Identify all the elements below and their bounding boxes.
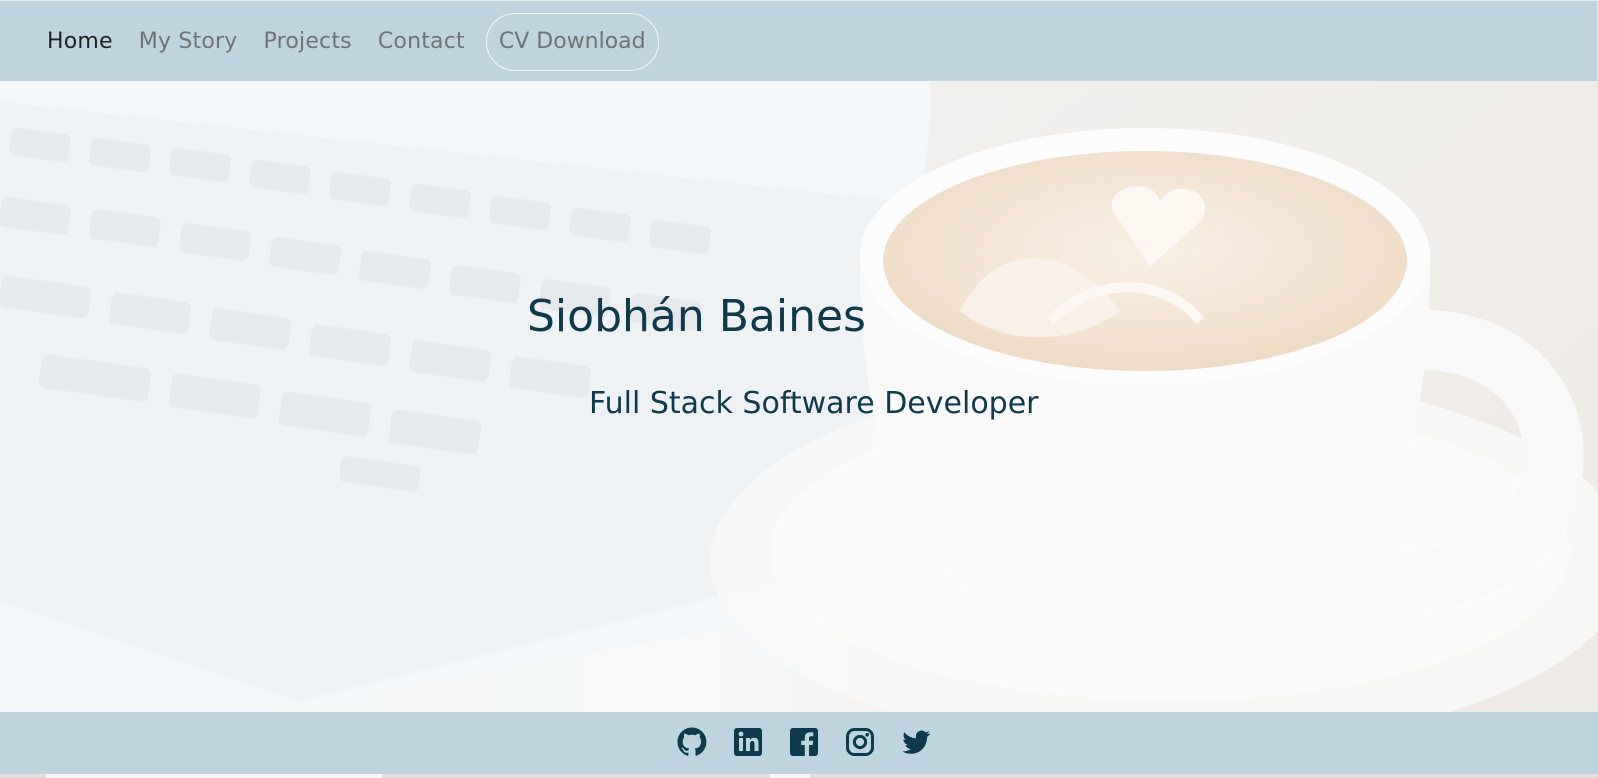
- nav-projects-link[interactable]: Projects: [251, 19, 365, 65]
- twitter-link[interactable]: [900, 726, 932, 758]
- instagram-link[interactable]: [844, 726, 876, 758]
- nav-home-link[interactable]: Home: [34, 19, 126, 65]
- hero-subtitle: Full Stack Software Developer: [589, 386, 1039, 421]
- facebook-icon: [790, 728, 818, 756]
- hero-section: Siobhán Baines Full Stack Software Devel…: [0, 81, 1598, 712]
- github-icon: [677, 727, 707, 756]
- page: Home My Story Projects Contact CV Downlo…: [0, 0, 1598, 778]
- facebook-link[interactable]: [788, 726, 820, 758]
- nav-contact-link[interactable]: Contact: [365, 19, 478, 65]
- strip-segment: [770, 774, 810, 778]
- linkedin-icon: [734, 728, 762, 756]
- twitter-icon: [902, 730, 930, 754]
- footer: [0, 712, 1598, 774]
- nav-my-story-link[interactable]: My Story: [126, 19, 251, 65]
- strip-segment: [46, 774, 382, 778]
- cv-download-button[interactable]: CV Download: [485, 13, 659, 71]
- instagram-icon: [846, 728, 874, 756]
- github-link[interactable]: [676, 726, 708, 758]
- nav-list: Home My Story Projects Contact CV Downlo…: [34, 13, 659, 71]
- navbar: Home My Story Projects Contact CV Downlo…: [0, 0, 1598, 81]
- bottom-strip: [0, 774, 1598, 778]
- social-links: [676, 726, 932, 758]
- linkedin-link[interactable]: [732, 726, 764, 758]
- hero-title: Siobhán Baines: [527, 291, 866, 342]
